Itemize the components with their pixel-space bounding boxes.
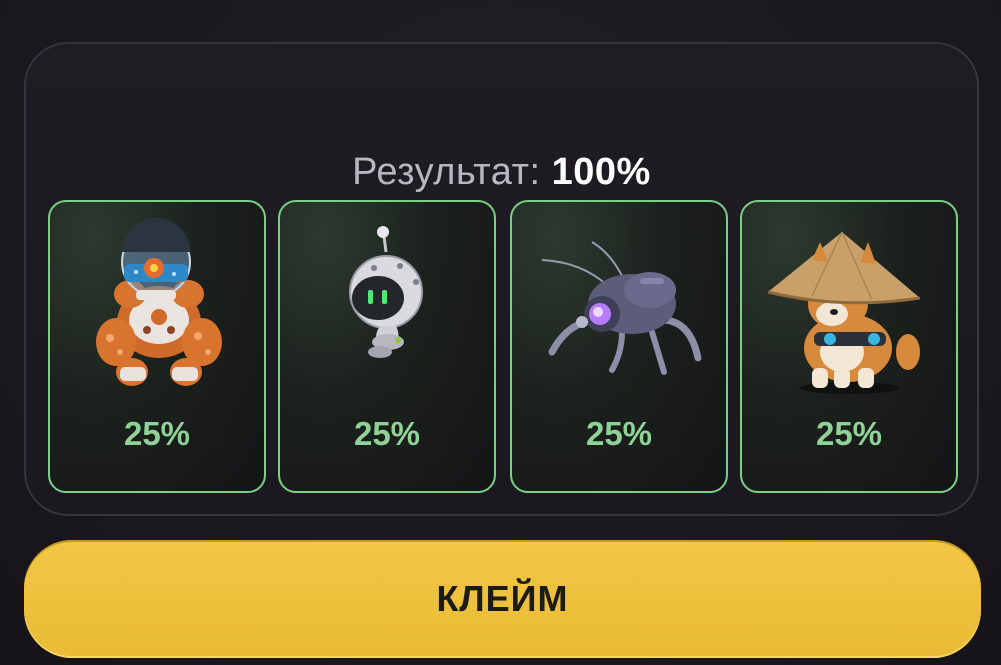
card-percent: 25%: [815, 415, 883, 452]
card-percent: 25%: [353, 415, 421, 452]
reward-card-1[interactable]: 25%: [48, 200, 266, 493]
reward-card-2[interactable]: 25%: [278, 200, 496, 493]
card-percent: 25%: [585, 415, 653, 452]
reward-card-3[interactable]: 25%: [510, 200, 728, 493]
result-label: Результат:: [352, 151, 541, 193]
result-screen: Результат: 100% 25% 25% 25% 25% КЛЕЙМ: [0, 0, 1001, 665]
claim-button-label: КЛЕЙМ: [436, 578, 569, 619]
card-percent: 25%: [123, 415, 191, 452]
result-value: 100%: [551, 151, 651, 193]
reward-card-4[interactable]: 25%: [740, 200, 958, 493]
result-heading: Результат: 100%: [26, 150, 977, 194]
claim-button[interactable]: КЛЕЙМ: [24, 540, 981, 658]
